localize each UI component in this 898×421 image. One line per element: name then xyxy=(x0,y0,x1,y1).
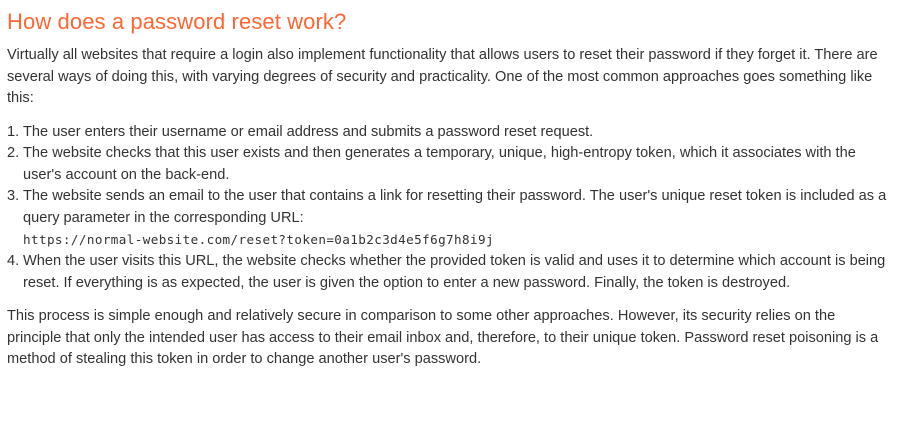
conclusion-paragraph: This process is simple enough and relati… xyxy=(7,308,879,367)
step-text: The website checks that this user exists… xyxy=(23,145,856,183)
step-number: 1. xyxy=(7,123,20,140)
step-number: 4. xyxy=(7,253,20,269)
list-item: 3. The website sends an email to the use… xyxy=(7,186,890,251)
step-text: The website sends an email to the user t… xyxy=(23,188,887,226)
reset-url-code: https://normal-website.com/reset?token=0… xyxy=(23,232,494,247)
step-number: 3. xyxy=(7,188,20,204)
list-item: 4. When the user visits this URL, the we… xyxy=(7,251,890,294)
page-title: How does a password reset work? xyxy=(7,9,347,34)
steps-list: 1. The user enters their username or ema… xyxy=(7,122,890,295)
list-item: 2. The website checks that this user exi… xyxy=(7,143,890,186)
step-text: When the user visits this URL, the websi… xyxy=(23,253,886,291)
list-item: 1. The user enters their username or ema… xyxy=(7,122,890,144)
step-number: 2. xyxy=(7,145,20,161)
step-text: The user enters their username or email … xyxy=(23,123,594,140)
intro-paragraph: Virtually all websites that require a lo… xyxy=(7,47,878,106)
article: How does a password reset work? Virtuall… xyxy=(0,9,898,371)
